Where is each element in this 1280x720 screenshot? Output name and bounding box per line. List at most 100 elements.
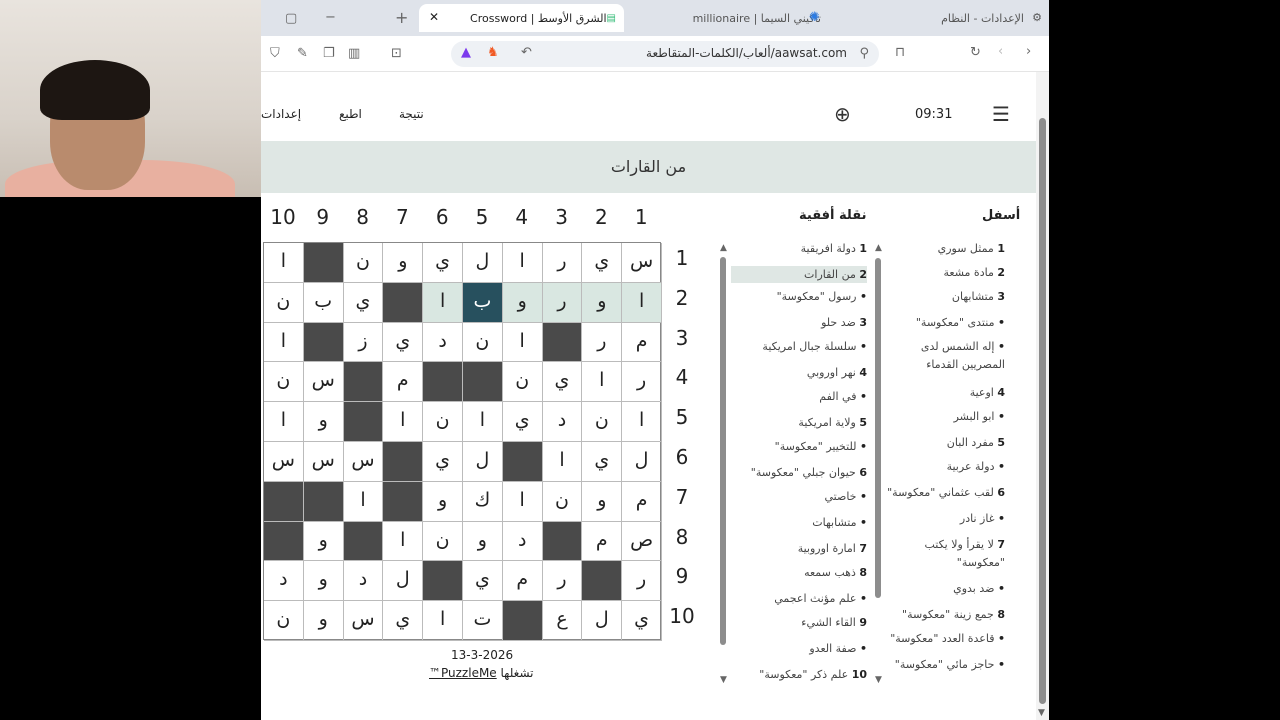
grid-cell[interactable]: و (383, 243, 424, 283)
black-cell[interactable] (264, 521, 304, 562)
grid-cell[interactable]: ر (622, 561, 662, 602)
grid-cell[interactable]: ا (463, 402, 503, 442)
down-clue[interactable]: 4 اوعية (970, 386, 1005, 399)
grid-cell[interactable]: ن (423, 402, 463, 442)
across-scrollbar[interactable] (720, 257, 726, 645)
grid-cell[interactable]: ل (582, 601, 623, 641)
back-icon[interactable]: ‹ (998, 45, 1003, 58)
grid-cell[interactable]: س (622, 243, 662, 283)
grid-cell[interactable]: ن (463, 322, 503, 363)
grid-cell[interactable]: ز (343, 322, 384, 363)
grid-cell[interactable]: و (502, 282, 543, 323)
down-clue[interactable]: • إله الشمس لدى (921, 340, 1005, 353)
grid-cell[interactable]: و (303, 521, 344, 562)
across-clue[interactable]: 8 ذهب سمعه (804, 566, 867, 579)
screenshot-icon[interactable]: ⊡ (391, 47, 402, 60)
tab-settings[interactable]: الإعدادات - النظام ⚙ (901, 4, 1046, 32)
grid-cell[interactable]: م (622, 322, 662, 363)
grid-cell[interactable]: و (582, 481, 623, 522)
grid-cell[interactable]: ا (383, 521, 424, 562)
across-clue[interactable]: • للتخيير "معكوسة" (775, 440, 867, 453)
grid-cell[interactable]: ن (264, 282, 304, 323)
close-tab-icon[interactable]: ✕ (429, 10, 439, 24)
page-scrollbar[interactable] (1036, 72, 1049, 720)
forward-icon[interactable]: › (1026, 45, 1031, 58)
across-clue[interactable]: 10 علم ذكر "معكوسة" (759, 668, 867, 681)
grid-cell[interactable]: ن (582, 402, 623, 442)
down-scroll-up-icon[interactable]: ▲ (875, 243, 882, 253)
grid-cell[interactable]: ن (502, 362, 543, 403)
across-clue[interactable]: 9 القاء الشيء (801, 616, 867, 629)
across-clue[interactable]: 3 ضد حلو (821, 316, 867, 329)
grid-cell[interactable]: و (303, 402, 344, 442)
black-cell[interactable] (303, 243, 344, 283)
grid-cell[interactable]: س (343, 442, 384, 482)
grid-cell[interactable]: م (582, 521, 623, 562)
brave-icon[interactable]: ♞ (487, 46, 499, 59)
grid-cell[interactable]: ا (423, 282, 463, 323)
across-clue[interactable]: 4 نهر اوروبي (807, 366, 867, 379)
grid-cell[interactable]: س (303, 362, 344, 403)
across-clue[interactable]: • علم مؤنث اعجمي (774, 592, 867, 605)
grid-cell[interactable]: س (264, 442, 304, 482)
scroll-down-icon[interactable]: ▼ (1038, 708, 1045, 718)
score-link[interactable]: نتيجة (399, 107, 424, 121)
grid-cell[interactable]: ي (383, 601, 424, 641)
grid-cell[interactable]: م (622, 481, 662, 522)
black-cell[interactable] (423, 561, 463, 602)
grid-cell[interactable]: ك (463, 481, 503, 522)
grid-cell[interactable]: ب (303, 282, 344, 323)
black-cell[interactable] (383, 442, 424, 482)
grid-cell[interactable]: ا (622, 282, 662, 323)
grid-cell[interactable]: ل (622, 442, 662, 482)
grid-cell[interactable]: و (423, 481, 463, 522)
tab-crossword[interactable]: ▤ الشرق الأوسط | Crossword ✕ (419, 4, 624, 32)
black-cell[interactable] (542, 521, 583, 562)
tab-groups-icon[interactable]: ❐ (323, 47, 335, 60)
grid-cell[interactable]: و (463, 521, 503, 562)
minimize-icon[interactable]: − (325, 11, 336, 24)
grid-cell[interactable]: ا (383, 402, 424, 442)
extensions-icon[interactable]: ✎ (297, 47, 308, 60)
grid-cell[interactable]: ن (264, 601, 304, 641)
aurora-icon[interactable]: ▲ (461, 46, 471, 59)
grid-cell[interactable]: ل (463, 243, 503, 283)
site-settings-icon[interactable]: ⚲ (859, 47, 869, 60)
reload-icon[interactable]: ↻ (970, 46, 981, 59)
grid-cell[interactable]: ن (264, 362, 304, 403)
grid-cell[interactable]: ا (582, 362, 623, 403)
black-cell[interactable] (383, 481, 424, 522)
grid-cell[interactable]: و (303, 601, 344, 641)
black-cell[interactable] (502, 601, 543, 641)
grid-cell[interactable]: ن (423, 521, 463, 562)
across-scroll-up-icon[interactable]: ▲ (720, 243, 727, 253)
grid-cell[interactable]: ي (542, 362, 583, 403)
reload-page-icon[interactable]: ↶ (521, 46, 532, 59)
down-clue[interactable]: 3 متشابهان (952, 290, 1005, 303)
sidebar-icon[interactable]: ▥ (348, 47, 360, 60)
black-cell[interactable] (463, 362, 503, 403)
grid-cell[interactable]: ر (542, 243, 583, 283)
grid-cell[interactable]: د (343, 561, 384, 602)
grid-cell[interactable]: و (303, 561, 344, 602)
grid-cell[interactable]: ص (622, 521, 662, 562)
settings-link[interactable]: إعدادات (261, 107, 301, 121)
down-clue[interactable]: المصريين القدماء (926, 358, 1005, 371)
down-clue[interactable]: • ابو البشر (954, 410, 1005, 423)
active-grid-cell[interactable]: ب (463, 282, 503, 323)
across-clue[interactable]: • صفة العدو (809, 642, 867, 655)
down-clue[interactable]: 5 مفرد البان (947, 436, 1005, 449)
grid-cell[interactable]: د (542, 402, 583, 442)
grid-cell[interactable]: د (502, 521, 543, 562)
down-scrollbar[interactable] (875, 258, 881, 598)
across-clue[interactable]: 7 امارة اوروبية (798, 542, 867, 555)
grid-cell[interactable]: ر (622, 362, 662, 403)
grid-cell[interactable]: ا (264, 322, 304, 363)
new-tab-icon[interactable]: + (395, 10, 408, 26)
down-clue[interactable]: • غاز نادر (960, 512, 1005, 525)
grid-cell[interactable]: ع (542, 601, 583, 641)
grid-cell[interactable]: ت (463, 601, 503, 641)
black-cell[interactable] (383, 282, 424, 323)
grid-cell[interactable]: د (264, 561, 304, 602)
across-clue[interactable]: 2 من القارات (731, 266, 867, 283)
